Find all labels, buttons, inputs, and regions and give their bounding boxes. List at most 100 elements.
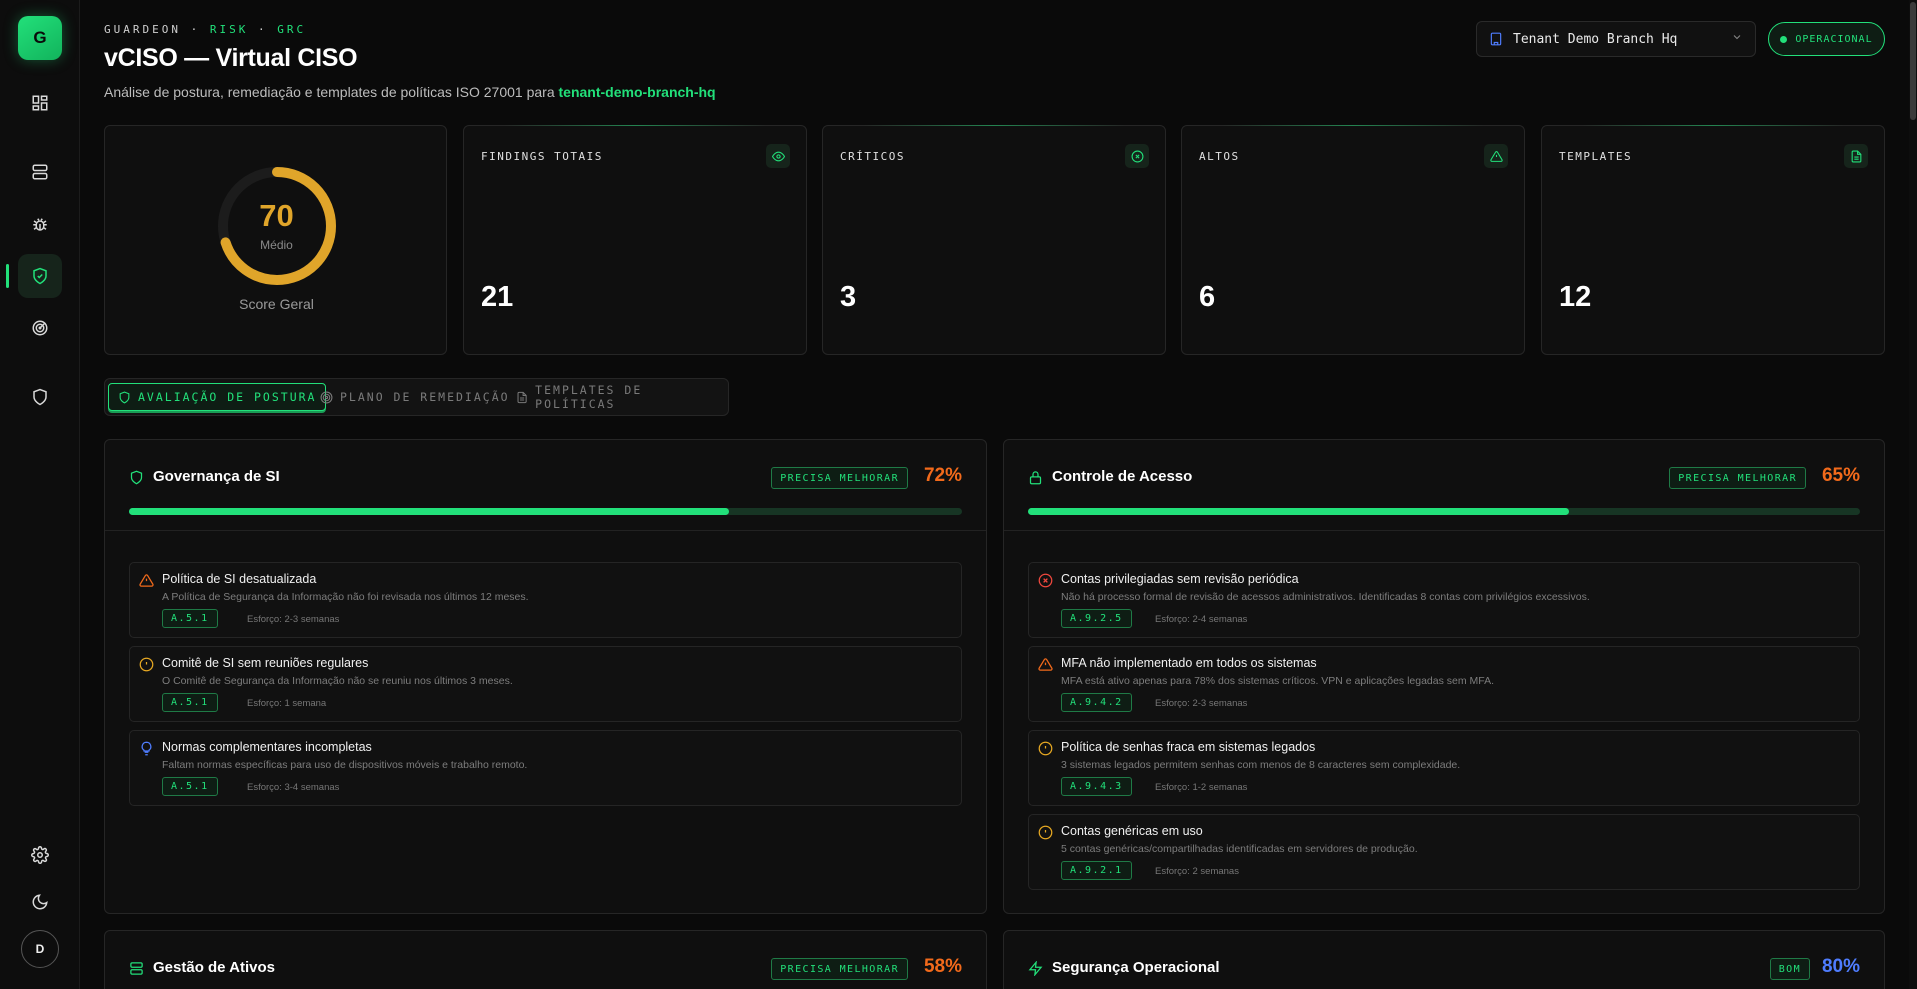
finding-description: A Política de Segurança da Informação nã… <box>162 591 529 603</box>
finding-effort: Esforço: 2 semanas <box>1155 866 1239 877</box>
theme-toggle[interactable] <box>18 880 62 924</box>
control-code-badge: A.5.1 <box>162 693 218 712</box>
category-title: Controle de Acesso <box>1052 468 1193 485</box>
x-circle-icon <box>1125 144 1149 168</box>
finding-description: MFA está ativo apenas para 78% dos siste… <box>1061 675 1495 687</box>
alert-triangle-icon <box>1484 144 1508 168</box>
tab-posture-assessment[interactable]: AVALIAÇÃO DE POSTURA <box>108 383 327 411</box>
eyebrow-separator: · <box>180 23 210 36</box>
nav-settings[interactable] <box>18 833 62 877</box>
file-text-icon <box>517 391 527 403</box>
divider <box>105 530 986 531</box>
category-panel-asset-management: Gestão de Ativos PRECISA MELHORAR 58% <box>104 930 987 989</box>
scrollbar[interactable] <box>1909 0 1917 989</box>
finding-effort: Esforço: 2-3 semanas <box>1155 698 1248 709</box>
finding-item[interactable]: Comitê de SI sem reuniões regulares O Co… <box>129 646 962 722</box>
subtitle-text: Análise de postura, remediação e templat… <box>104 84 559 100</box>
control-code-badge: A.9.2.5 <box>1061 609 1132 628</box>
nav-vciso[interactable] <box>18 254 62 298</box>
stat-value: 21 <box>481 281 514 313</box>
alert-circle-icon <box>139 657 154 677</box>
finding-title: Contas genéricas em uso <box>1061 824 1203 838</box>
tab-label: AVALIAÇÃO DE POSTURA <box>138 390 317 404</box>
category-panel-access-control: Controle de Acesso PRECISA MELHORAR 65% … <box>1003 439 1885 914</box>
category-percentage: 80% <box>1821 956 1860 977</box>
category-progress-track <box>1028 508 1860 515</box>
category-progress-fill <box>1028 508 1569 515</box>
nav-security[interactable] <box>18 375 62 419</box>
status-text: OPERACIONAL <box>1795 33 1873 45</box>
finding-item[interactable]: Contas privilegiadas sem revisão periódi… <box>1028 562 1860 638</box>
nav-dashboard[interactable] <box>18 81 62 125</box>
stat-card-high: ALTOS 6 <box>1181 125 1525 355</box>
tab-bar: AVALIAÇÃO DE POSTURA PLANO DE REMEDIAÇÃO… <box>104 378 729 416</box>
score-card: 70 Médio Score Geral <box>104 125 447 355</box>
category-status-badge: PRECISA MELHORAR <box>771 467 908 489</box>
eye-icon <box>766 144 790 168</box>
avatar-initial: D <box>35 942 45 956</box>
finding-title: Comitê de SI sem reuniões regulares <box>162 656 369 670</box>
category-status-badge: PRECISA MELHORAR <box>1669 467 1806 489</box>
finding-title: Normas complementares incompletas <box>162 740 372 754</box>
category-title: Segurança Operacional <box>1052 959 1220 976</box>
score-rating: Médio <box>260 238 293 252</box>
tab-label: TEMPLATES DE POLÍTICAS <box>535 383 643 411</box>
stat-label: CRÍTICOS <box>840 150 905 163</box>
alert-triangle-icon <box>139 573 154 593</box>
finding-effort: Esforço: 1 semana <box>247 698 327 709</box>
score-caption: Score Geral <box>239 296 314 312</box>
control-code-badge: A.5.1 <box>162 609 218 628</box>
lock-icon <box>1028 470 1043 490</box>
finding-item[interactable]: Normas complementares incompletas Faltam… <box>129 730 962 806</box>
category-title: Gestão de Ativos <box>153 959 275 976</box>
user-avatar[interactable]: D <box>21 930 59 968</box>
finding-description: Faltam normas específicas para uso de di… <box>162 759 528 771</box>
shield-check-icon <box>33 267 47 285</box>
status-badge: OPERACIONAL <box>1768 22 1885 56</box>
finding-title: Política de SI desatualizada <box>162 572 317 586</box>
app-logo[interactable]: G <box>18 16 62 60</box>
page-subtitle: Análise de postura, remediação e templat… <box>104 84 716 100</box>
nav-radar[interactable] <box>18 306 62 350</box>
sidebar: G D <box>0 0 80 989</box>
control-code-badge: A.9.4.2 <box>1061 693 1132 712</box>
stat-value: 6 <box>1199 281 1216 313</box>
file-text-icon <box>1844 144 1868 168</box>
stat-card-critical: CRÍTICOS 3 <box>822 125 1166 355</box>
status-dot <box>1780 35 1788 43</box>
category-percentage: 72% <box>923 465 962 486</box>
server-icon <box>129 961 144 981</box>
category-percentage: 65% <box>1821 465 1860 486</box>
zap-icon <box>1028 960 1043 981</box>
finding-item[interactable]: Política de SI desatualizada A Política … <box>129 562 962 638</box>
finding-item[interactable]: Contas genéricas em uso 5 contas genéric… <box>1028 814 1860 890</box>
category-title: Governança de SI <box>153 468 280 485</box>
tenant-select[interactable]: Tenant Demo Branch Hq <box>1476 21 1756 57</box>
tab-remediation-plan[interactable]: PLANO DE REMEDIAÇÃO <box>311 383 519 411</box>
finding-item[interactable]: Política de senhas fraca em sistemas leg… <box>1028 730 1860 806</box>
category-panel-governance: Governança de SI PRECISA MELHORAR 72% Po… <box>104 439 987 914</box>
logo-letter: G <box>33 28 47 47</box>
eyebrow-brand: GUARDEON <box>104 23 181 36</box>
category-status-badge: BOM <box>1769 958 1810 980</box>
category-status-badge: PRECISA MELHORAR <box>771 958 908 980</box>
control-code-badge: A.9.2.1 <box>1061 861 1132 880</box>
active-nav-indicator <box>6 264 9 288</box>
gear-icon <box>31 846 49 864</box>
lightbulb-icon <box>139 741 154 761</box>
shield-icon <box>129 470 144 490</box>
eyebrow: GUARDEON · RISK · GRC <box>104 23 306 36</box>
nav-vulnerabilities[interactable] <box>18 202 62 246</box>
nav-servers[interactable] <box>18 150 62 194</box>
tab-policy-templates[interactable]: TEMPLATES DE POLÍTICAS <box>507 383 728 411</box>
eyebrow-separator: · <box>248 23 278 36</box>
category-percentage: 58% <box>923 956 962 977</box>
scrollbar-thumb[interactable] <box>1910 2 1916 120</box>
finding-item[interactable]: MFA não implementado em todos os sistema… <box>1028 646 1860 722</box>
stat-card-templates: TEMPLATES 12 <box>1541 125 1885 355</box>
eyebrow-grc: GRC <box>277 23 307 36</box>
alert-triangle-icon <box>1038 657 1053 677</box>
alert-circle-icon <box>1038 825 1053 845</box>
tenant-select-value: Tenant Demo Branch Hq <box>1513 31 1678 47</box>
finding-effort: Esforço: 2-4 semanas <box>1155 614 1248 625</box>
